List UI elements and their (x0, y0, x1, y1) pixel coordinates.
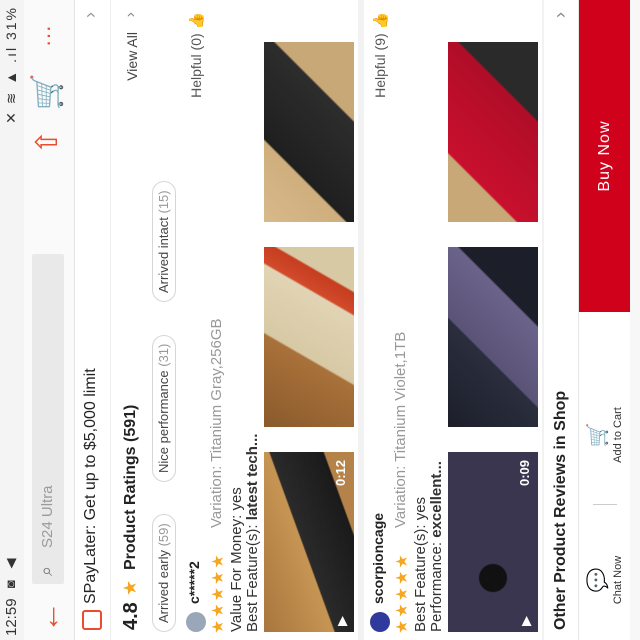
ratings-header: 4.8 ★ Product Ratings (591) View All › (114, 0, 148, 640)
search-bar[interactable]: ⌕ S24 Ultra (32, 254, 64, 584)
promo-text: SPayLater: Get up to $5,000 limit (82, 368, 99, 604)
cart-icon[interactable]: 🛒 (30, 72, 66, 112)
review-variation: Variation: Titanium Gray,256GB (208, 318, 225, 528)
video-icon: ▶ (334, 616, 349, 626)
review-video-thumb[interactable]: ▶ 0:09 (448, 452, 538, 632)
review-media: ▶ 0:12 (264, 32, 356, 632)
video-icon: ▶ (518, 616, 533, 626)
add-cart-icon: 🛒 (587, 422, 609, 448)
review-card: c*****2 Helpful (0) 👍 ★★★★★ Variation: T… (180, 0, 366, 640)
search-icon: ⌕ (36, 565, 56, 576)
add-to-cart-label: Add to Cart (612, 407, 624, 463)
rating-filter-chips: Arrived early (59) Nice performance (31)… (150, 0, 181, 640)
rating-score: 4.8 (120, 602, 142, 630)
chevron-right-icon: › (80, 12, 100, 18)
review-photo-thumb[interactable] (448, 247, 538, 427)
helpful-button[interactable]: Helpful (0) 👍 (188, 12, 205, 98)
add-to-cart-button[interactable]: 🛒 Add to Cart (579, 380, 631, 490)
status-bar: 12:59 ◙ ◀ ✕ ≋ ▲ .ıl 31% (0, 0, 24, 640)
signal-icon: ✕ ≋ ▲ .ıl (3, 45, 19, 124)
divider (593, 504, 617, 505)
review-stars: ★★★★★ (394, 552, 411, 634)
reviewer-name: c*****2 (186, 561, 202, 604)
product-ratings-page: 12:59 ◙ ◀ ✕ ≋ ▲ .ıl 31% ← ⌕ S24 Ultra ⇧ … (0, 0, 640, 640)
chevron-right-icon: › (550, 12, 570, 18)
helpful-thumb-icon: 👍 (372, 12, 388, 30)
review-photo-thumb[interactable] (264, 247, 354, 427)
battery-level: 31% (3, 6, 19, 41)
review-line-1: Best Feature(s): yes (412, 496, 429, 632)
review-media: ▶ 0:09 (448, 32, 540, 632)
spaylater-icon (82, 610, 102, 630)
other-reviews-title: Other Product Reviews in Shop (552, 390, 569, 630)
review-video-thumb[interactable]: ▶ 0:12 (264, 452, 354, 632)
chip-arrived-intact[interactable]: Arrived intact (15) (152, 181, 176, 302)
helpful-button[interactable]: Helpful (9) 👍 (372, 12, 389, 98)
share-icon[interactable]: ⇧ (30, 122, 66, 162)
screen: 12:59 ◙ ◀ ✕ ≋ ▲ .ıl 31% ← ⌕ S24 Ultra ⇧ … (0, 0, 640, 640)
more-icon[interactable]: ··· (30, 16, 66, 56)
chat-now-label: Chat Now (612, 555, 624, 605)
review-photo-thumb[interactable] (448, 42, 538, 222)
chip-nice-performance[interactable]: Nice performance (31) (152, 334, 176, 482)
chevron-right-icon: › (122, 12, 139, 18)
chat-icon: 💬 (587, 567, 609, 593)
buy-now-button[interactable]: Buy Now (579, 0, 631, 312)
back-arrow-icon[interactable]: ← (30, 600, 68, 634)
reviewer-name: scorpioncage (370, 512, 386, 604)
search-placeholder: S24 Ultra (39, 485, 56, 548)
review-variation: Variation: Titanium Violet,1TB (392, 331, 409, 528)
top-bar: ← ⌕ S24 Ultra ⇧ 🛒 ··· (24, 0, 75, 640)
chip-arrived-early[interactable]: Arrived early (59) (152, 514, 176, 632)
system-nav-bar (630, 0, 640, 640)
ratings-title: Product Ratings (591) (122, 404, 139, 570)
review-stars: ★★★★★ (210, 552, 227, 634)
review-card: scorpioncage Helpful (9) 👍 ★★★★★ Variati… (364, 0, 550, 640)
video-duration: 0:12 (333, 460, 348, 487)
chat-now-button[interactable]: 💬 Chat Now (579, 520, 631, 640)
status-time: 12:59 (3, 598, 20, 636)
review-line-2: Performance: excellent... (428, 461, 445, 632)
helpful-thumb-icon: 👍 (188, 12, 204, 30)
promo-banner[interactable]: SPayLater: Get up to $5,000 limit › (76, 0, 111, 640)
view-all-link[interactable]: View All (124, 32, 140, 81)
review-photo-thumb[interactable] (264, 42, 354, 222)
avatar (186, 612, 206, 632)
avatar (370, 612, 390, 632)
notification-icons: ◙ ◀ (3, 554, 18, 588)
review-line-1: Value For Money: yes (228, 487, 245, 632)
video-duration: 0:09 (517, 460, 532, 487)
bottom-action-bar: 💬 Chat Now 🛒 Add to Cart Buy Now (578, 0, 631, 640)
star-icon: ★ (120, 579, 140, 596)
other-reviews-section[interactable]: Other Product Reviews in Shop › (544, 0, 576, 640)
review-line-2: Best Feature(s): latest tech... (244, 433, 261, 632)
status-right: ✕ ≋ ▲ .ıl 31% (3, 6, 20, 124)
